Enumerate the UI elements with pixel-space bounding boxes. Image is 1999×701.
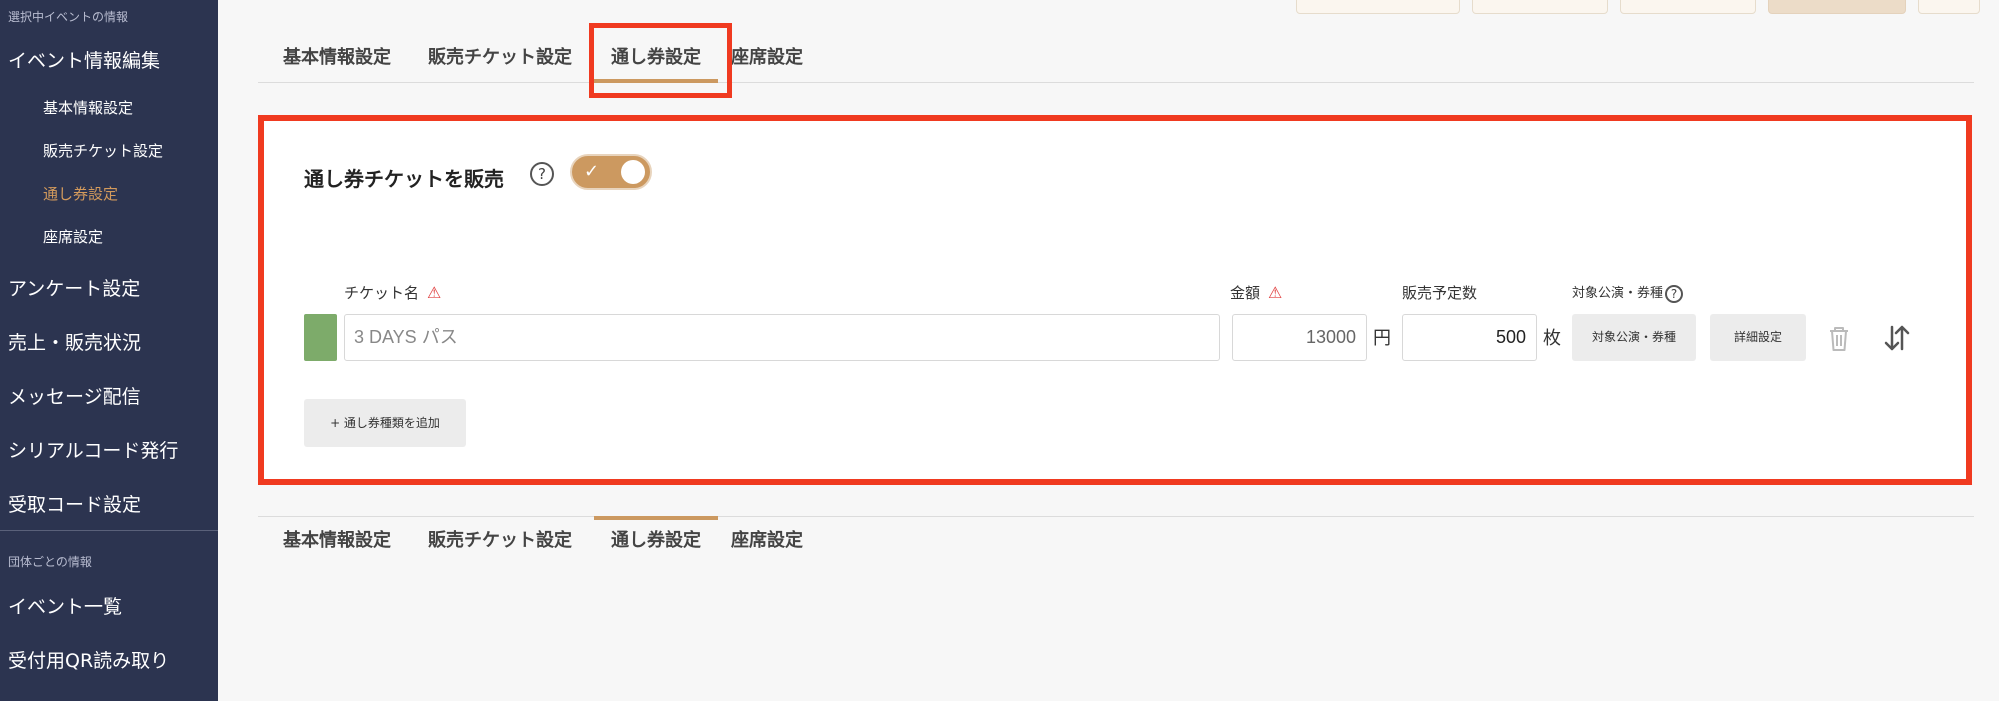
trash-icon[interactable] [1822,321,1856,355]
sidebar-subitem-ticket-settings[interactable]: 販売チケット設定 [43,140,163,161]
tab-season-pass[interactable]: 通し券設定 [594,516,718,566]
highlight-box-tab [589,23,732,98]
help-icon[interactable]: ? [530,162,554,186]
sidebar-item-event-list[interactable]: イベント一覧 [8,592,122,619]
tab-basic-info[interactable]: 基本情報設定 [258,33,416,83]
tab-bar-top: 基本情報設定 販売チケット設定 通し券設定 座席設定 [258,33,1974,83]
price-label: 金額 ⚠ [1230,283,1283,302]
sidebar-subitem-basic-info[interactable]: 基本情報設定 [43,97,133,118]
tab-ticket-settings[interactable]: 販売チケット設定 [416,516,584,566]
color-swatch[interactable] [304,314,337,361]
planned-count-label: 販売予定数 [1402,284,1478,302]
season-pass-panel: 通し券チケットを販売 ? ✓ チケット名 ⚠ 金額 ⚠ 販売予定数 対象公演・券種?… [258,115,1972,485]
top-action-button-primary[interactable] [1768,0,1906,14]
sidebar-item-event-edit[interactable]: イベント情報編集 [8,46,160,73]
required-icon: ⚠ [427,283,442,302]
sidebar-subitem-seat-settings[interactable]: 座席設定 [43,226,103,247]
toggle-knob [621,160,645,184]
tab-ticket-settings[interactable]: 販売チケット設定 [416,33,584,83]
sidebar-item-qr-reader[interactable]: 受付用QR読み取り [8,646,169,673]
count-unit: 枚 [1543,328,1561,349]
sidebar-divider [0,530,218,531]
sidebar: 選択中イベントの情報 イベント情報編集 基本情報設定 販売チケット設定 通し券設… [0,0,218,701]
sidebar-item-receipt-code[interactable]: 受取コード設定 [8,490,141,517]
target-button[interactable]: 対象公演・券種 [1572,314,1696,361]
tab-seat-settings[interactable]: 座席設定 [718,516,816,566]
ticket-name-label: チケット名 ⚠ [344,283,442,302]
sidebar-item-message[interactable]: メッセージ配信 [8,382,141,409]
tab-basic-info[interactable]: 基本情報設定 [258,516,416,566]
check-icon: ✓ [584,161,600,182]
sidebar-item-serial-code[interactable]: シリアルコード発行 [8,436,178,463]
planned-count-input[interactable]: 500 [1402,314,1537,361]
ticket-name-input[interactable]: 3 DAYS パス [344,314,1220,361]
tab-bar-bottom: 基本情報設定 販売チケット設定 通し券設定 座席設定 [258,516,1974,566]
tab-seat-settings[interactable]: 座席設定 [718,33,816,83]
required-icon: ⚠ [1268,283,1283,302]
top-action-button-3[interactable] [1620,0,1756,14]
top-action-button-5[interactable] [1918,0,1980,14]
target-label: 対象公演・券種? [1572,282,1684,303]
sidebar-section-org: 団体ごとの情報 [8,555,92,569]
price-unit: 円 [1373,328,1391,349]
top-action-button-1[interactable] [1296,0,1460,14]
sidebar-section-event: 選択中イベントの情報 [8,10,129,24]
price-input[interactable]: 13000 [1232,314,1367,361]
help-icon[interactable]: ? [1665,284,1684,303]
season-pass-title: 通し券チケットを販売 [304,167,504,191]
sort-icon[interactable] [1880,321,1914,355]
top-action-button-2[interactable] [1472,0,1608,14]
sidebar-item-survey[interactable]: アンケート設定 [8,274,140,301]
season-pass-toggle[interactable]: ✓ [570,154,652,190]
sidebar-item-sales-status[interactable]: 売上・販売状況 [8,328,141,355]
add-season-pass-type-button[interactable]: + 通し券種類を追加 [304,399,466,447]
detail-settings-button[interactable]: 詳細設定 [1710,314,1806,361]
sidebar-subitem-season-pass[interactable]: 通し券設定 [43,183,118,204]
